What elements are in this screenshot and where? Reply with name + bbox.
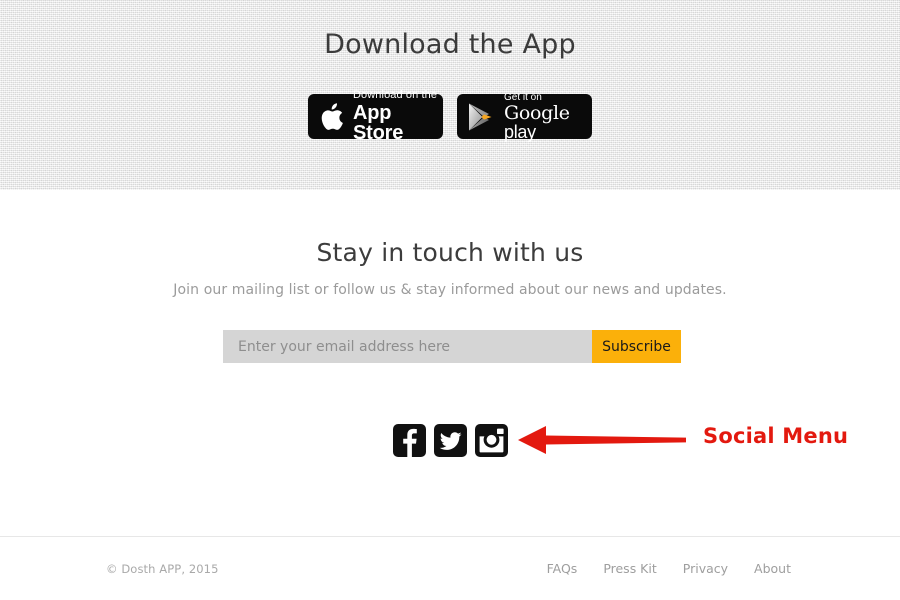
subscribe-form: Subscribe <box>223 330 681 363</box>
newsletter-subtitle: Join our mailing list or follow us & sta… <box>173 282 727 298</box>
newsletter-title: Stay in touch with us <box>316 238 584 267</box>
google-play-triangle-icon <box>469 103 492 130</box>
instagram-icon[interactable] <box>475 424 508 457</box>
email-input[interactable] <box>223 330 592 363</box>
app-store-badge-big-label: App Store <box>353 102 404 144</box>
google-play-badge-text: Get it on Google play <box>504 92 592 142</box>
footer-link-privacy[interactable]: Privacy <box>683 561 728 576</box>
footer-link-press-kit[interactable]: Press Kit <box>603 561 656 576</box>
footer-link-about[interactable]: About <box>754 561 791 576</box>
download-app-section: Download the App Download on the App Sto… <box>0 0 900 190</box>
app-store-badge[interactable]: Download on the App Store <box>308 90 443 143</box>
footer-copyright: © Dosth APP, 2015 <box>106 562 219 576</box>
footer-links: FAQs Press Kit Privacy About <box>547 561 791 576</box>
app-store-badge-text: Download on the App Store <box>353 89 443 144</box>
subscribe-button[interactable]: Subscribe <box>592 330 681 363</box>
google-play-badge-big-label: Google play <box>504 101 592 142</box>
twitter-icon[interactable] <box>434 424 467 457</box>
google-play-word-play: play <box>504 121 536 142</box>
social-menu <box>393 424 508 457</box>
app-store-badges: Download on the App Store Get it on Goog… <box>0 90 900 143</box>
app-store-badge-small-label: Download on the <box>353 89 438 101</box>
footer-link-faqs[interactable]: FAQs <box>547 561 578 576</box>
google-play-badge[interactable]: Get it on Google play <box>457 92 592 142</box>
annotation-arrow-icon <box>518 426 686 454</box>
annotation-label: Social Menu <box>703 424 849 448</box>
facebook-icon[interactable] <box>393 424 426 457</box>
google-play-word-google: Google <box>504 101 570 124</box>
apple-logo-icon <box>321 102 343 130</box>
download-section-title: Download the App <box>324 29 576 60</box>
footer-divider <box>0 536 900 537</box>
